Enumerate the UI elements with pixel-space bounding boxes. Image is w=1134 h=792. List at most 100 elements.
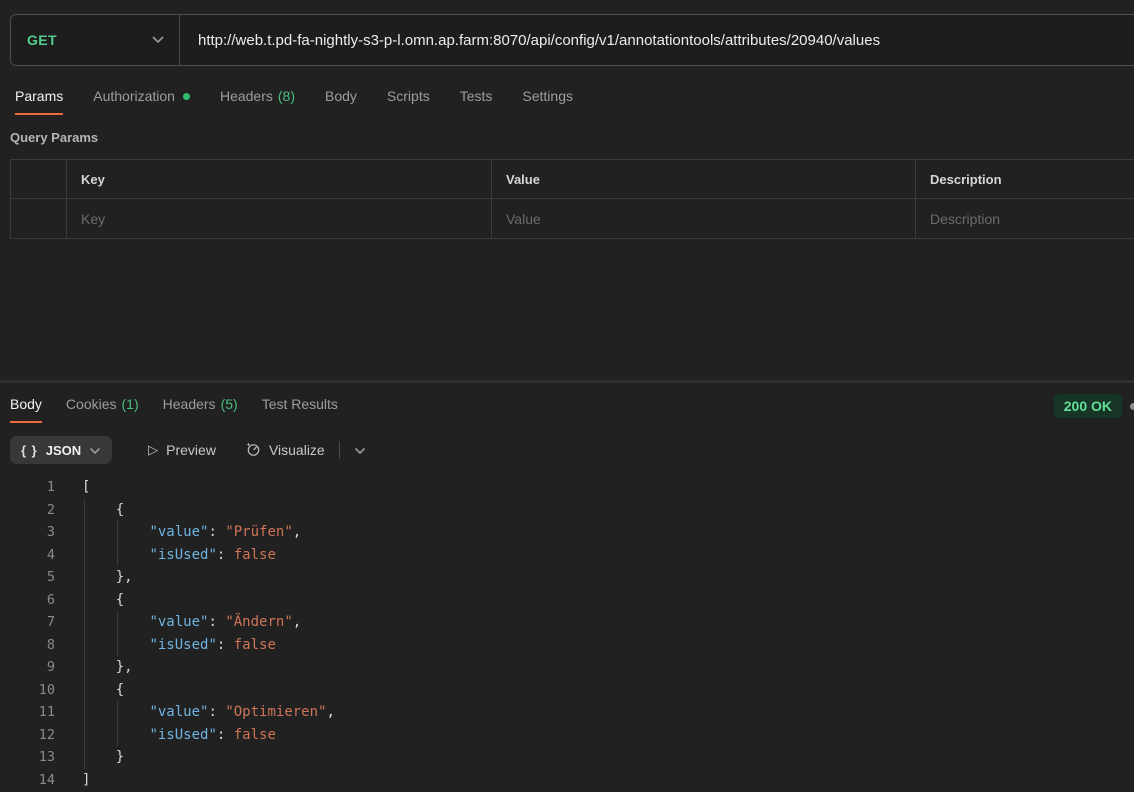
format-label: JSON [46, 443, 81, 458]
select-all-cell[interactable] [11, 160, 67, 199]
toolbar-more-button[interactable] [354, 442, 366, 458]
indent-guide [117, 701, 118, 746]
code-line: 7 "value": "Ändern", [0, 611, 1134, 634]
code-text: ] [55, 769, 90, 792]
line-number: 14 [0, 769, 55, 792]
code-text: [ [55, 476, 90, 499]
line-number: 1 [0, 476, 55, 499]
tab-body-label: Body [325, 88, 357, 104]
tab-scripts-label: Scripts [387, 88, 430, 104]
code-line: 11 "value": "Optimieren", [0, 701, 1134, 724]
tab-cookies-count: (1) [122, 396, 139, 412]
code-text: }, [55, 566, 133, 589]
code-line: 12 "isUsed": false [0, 724, 1134, 747]
query-params-title: Query Params [10, 130, 98, 145]
code-text: "isUsed": false [55, 634, 276, 657]
tab-scripts[interactable]: Scripts [387, 88, 430, 115]
method-label: GET [27, 32, 57, 48]
description-input[interactable]: Description [916, 199, 1134, 238]
indent-guide [84, 499, 85, 769]
tab-body[interactable]: Body [325, 88, 357, 115]
response-tabs: Body Cookies (1) Headers (5) Test Result… [10, 396, 338, 423]
tab-response-headers[interactable]: Headers (5) [163, 396, 238, 423]
code-text: } [55, 746, 124, 769]
code-line: 9 }, [0, 656, 1134, 679]
visualize-label: Visualize [269, 442, 325, 458]
code-text: { [55, 589, 124, 612]
code-line: 6 { [0, 589, 1134, 612]
line-number: 12 [0, 724, 55, 747]
indent-guide [117, 521, 118, 566]
code-text: { [55, 679, 124, 702]
code-line: 5 }, [0, 566, 1134, 589]
response-toolbar: { } JSON ▷ Preview Visualize [10, 436, 366, 464]
line-number: 11 [0, 701, 55, 724]
code-text: "value": "Optimieren", [55, 701, 335, 724]
method-select[interactable]: GET [11, 15, 179, 65]
tab-headers[interactable]: Headers (8) [220, 88, 295, 115]
preview-label: Preview [166, 442, 216, 458]
tab-authorization-label: Authorization [93, 88, 175, 104]
code-text: "value": "Prüfen", [55, 521, 301, 544]
line-number: 3 [0, 521, 55, 544]
code-text: "value": "Ändern", [55, 611, 301, 634]
column-header-key: Key [67, 160, 492, 199]
line-number: 5 [0, 566, 55, 589]
tab-headers-label: Headers [220, 88, 273, 104]
code-lines: 1[2 {3 "value": "Prüfen",4 "isUsed": fal… [0, 476, 1134, 791]
row-checkbox-cell[interactable] [11, 199, 67, 238]
pane-splitter[interactable] [0, 380, 1134, 383]
code-line: 8 "isUsed": false [0, 634, 1134, 657]
line-number: 10 [0, 679, 55, 702]
column-header-description: Description [916, 160, 1134, 199]
code-text: "isUsed": false [55, 544, 276, 567]
chevron-down-icon [354, 442, 366, 458]
line-number: 2 [0, 499, 55, 522]
tab-tests-label: Tests [460, 88, 493, 104]
request-url-bar: GET http://web.t.pd-fa-nightly-s3-p-l.om… [10, 14, 1134, 66]
preview-button[interactable]: ▷ Preview [148, 442, 216, 458]
value-input[interactable]: Value [492, 199, 916, 238]
tab-params[interactable]: Params [15, 88, 63, 115]
tab-tests[interactable]: Tests [460, 88, 493, 115]
code-line: 4 "isUsed": false [0, 544, 1134, 567]
tab-test-results[interactable]: Test Results [262, 396, 338, 423]
tab-settings-label: Settings [522, 88, 573, 104]
line-number: 6 [0, 589, 55, 612]
auth-configured-dot-icon [183, 93, 190, 100]
line-number: 8 [0, 634, 55, 657]
code-line: 2 { [0, 499, 1134, 522]
url-input[interactable]: http://web.t.pd-fa-nightly-s3-p-l.omn.ap… [180, 32, 880, 49]
visualize-button[interactable]: Visualize [244, 440, 325, 460]
tab-cookies-label: Cookies [66, 396, 117, 412]
tab-response-body[interactable]: Body [10, 396, 42, 423]
chevron-down-icon [151, 31, 165, 49]
tab-cookies[interactable]: Cookies (1) [66, 396, 139, 423]
tab-settings[interactable]: Settings [522, 88, 573, 115]
tab-response-body-label: Body [10, 396, 42, 412]
braces-icon: { } [21, 443, 38, 458]
tab-params-label: Params [15, 88, 63, 104]
line-number: 9 [0, 656, 55, 679]
request-tabs: Params Authorization Headers (8) Body Sc… [15, 88, 573, 115]
tab-headers-count: (8) [278, 88, 295, 104]
code-text: { [55, 499, 124, 522]
key-input[interactable]: Key [67, 199, 492, 238]
play-icon: ▷ [148, 442, 158, 458]
response-body-code[interactable]: 1[2 {3 "value": "Prüfen",4 "isUsed": fal… [0, 476, 1134, 792]
column-header-value: Value [492, 160, 916, 199]
line-number: 13 [0, 746, 55, 769]
tab-test-results-label: Test Results [262, 396, 338, 412]
query-params-table: Key Value Description Key Value Descript… [10, 159, 1134, 239]
format-select[interactable]: { } JSON [10, 436, 112, 464]
code-line: 13 } [0, 746, 1134, 769]
tab-authorization[interactable]: Authorization [93, 88, 190, 115]
tab-response-headers-label: Headers [163, 396, 216, 412]
code-line: 1[ [0, 476, 1134, 499]
status-badge: 200 OK [1054, 394, 1122, 418]
code-text: }, [55, 656, 133, 679]
code-line: 10 { [0, 679, 1134, 702]
toolbar-divider [339, 441, 340, 459]
chevron-down-icon [89, 443, 101, 458]
response-meta-dot-icon [1130, 403, 1134, 410]
